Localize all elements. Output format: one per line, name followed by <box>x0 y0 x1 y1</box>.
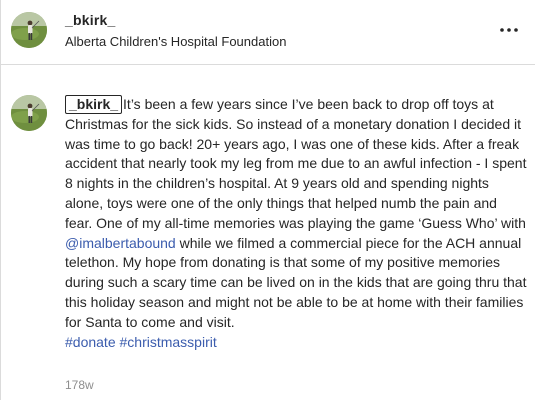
caption-text-part-1: It’s been a few years since I’ve been ba… <box>65 96 527 231</box>
mention-link[interactable]: @imalbertabound <box>65 235 176 251</box>
post-caption: _bkirk_ It’s been a few years since I’ve … <box>65 95 527 352</box>
more-options-button[interactable] <box>497 18 521 42</box>
header-username[interactable]: _bkirk_ <box>65 12 115 28</box>
caption-timestamp[interactable]: 178w <box>65 378 94 392</box>
post-detail-panel: _bkirk_ Alberta Children's Hospital Foun… <box>0 0 535 400</box>
hashtag-christmasspirit[interactable]: #christmasspirit <box>120 334 217 350</box>
header-location[interactable]: Alberta Children's Hospital Foundation <box>65 34 286 49</box>
caption-avatar[interactable] <box>11 95 47 131</box>
avatar-golfer-photo <box>11 95 47 131</box>
hashtag-donate[interactable]: #donate <box>65 334 116 350</box>
more-horizontal-icon <box>500 28 518 32</box>
header-avatar[interactable] <box>11 12 47 48</box>
post-header: _bkirk_ Alberta Children's Hospital Foun… <box>1 0 535 65</box>
caption-username[interactable]: _bkirk_ <box>65 95 123 114</box>
avatar-golfer-photo <box>11 12 47 48</box>
